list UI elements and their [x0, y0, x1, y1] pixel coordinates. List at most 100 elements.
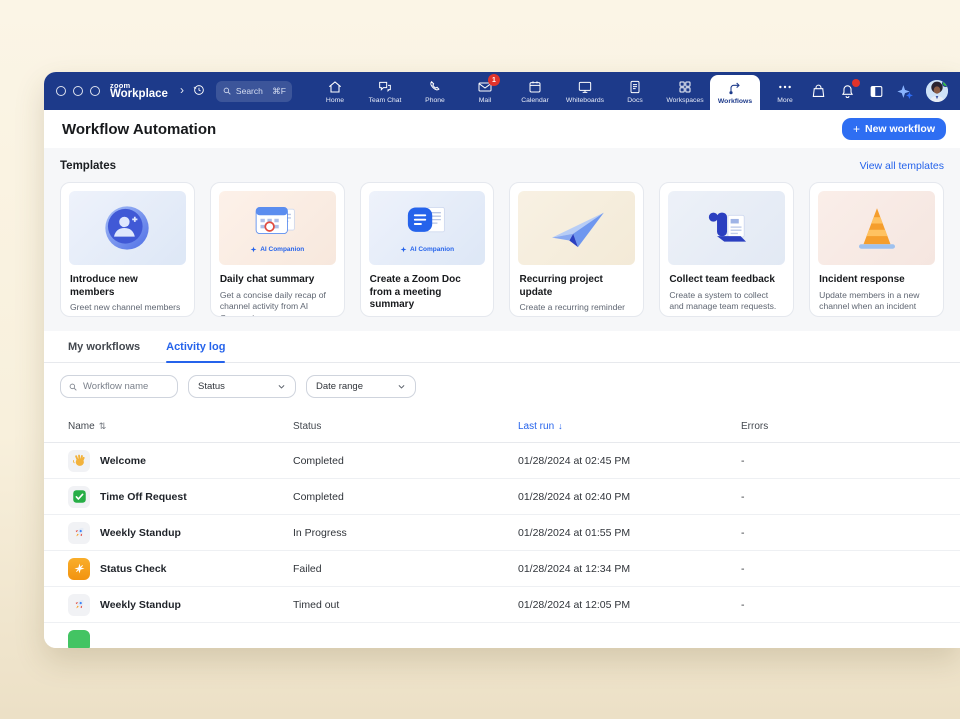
nav-item-more[interactable]: More	[760, 72, 810, 110]
sort-icon: ⇅	[99, 421, 107, 432]
template-card-collect-team-feedback[interactable]: Collect team feedback Create a system to…	[659, 182, 794, 317]
notification-dot	[852, 79, 860, 87]
whiteboards-icon	[577, 79, 593, 95]
phone-icon	[427, 79, 443, 95]
column-header-name[interactable]: Name ⇅	[68, 421, 293, 432]
table-row-partial[interactable]	[44, 623, 960, 648]
waving-hand-icon	[68, 450, 90, 472]
main-nav: Home Team Chat Phone 1 Mail Calendar	[310, 72, 810, 110]
workflows-panel: My workflows Activity log Status Date ra…	[44, 331, 960, 648]
search-icon	[222, 86, 232, 96]
column-header-status: Status	[293, 421, 518, 432]
tab-activity-log[interactable]: Activity log	[166, 341, 225, 362]
table-header-row: Name ⇅ Status Last run ↓ Errors	[44, 410, 960, 443]
table-row-weekly-standup-2[interactable]: Weekly Standup Timed out 01/28/2024 at 1…	[44, 587, 960, 623]
card-description: Update members in a new channel when an …	[810, 290, 943, 318]
search-placeholder: Search	[236, 86, 268, 96]
page-title: Workflow Automation	[62, 121, 216, 138]
rocket-icon	[68, 594, 90, 616]
new-workflow-button[interactable]: + New workflow	[842, 118, 946, 140]
scroll-illustration	[668, 191, 785, 265]
column-header-last-run[interactable]: Last run ↓	[518, 421, 741, 432]
template-card-introduce-new-members[interactable]: Introduce new members Greet new channel …	[60, 182, 195, 317]
nav-item-workflows[interactable]: Workflows	[710, 75, 760, 110]
card-title: Collect team feedback	[660, 273, 793, 290]
docs-icon	[627, 79, 643, 95]
doc-illustration: AI Companion	[369, 191, 486, 265]
global-search-input[interactable]: Search ⌘F	[216, 81, 292, 102]
planner-icon[interactable]	[868, 83, 885, 100]
ai-sparkle-icon	[250, 246, 257, 253]
green-tile-icon	[68, 630, 90, 649]
nav-item-whiteboards[interactable]: Whiteboards	[560, 72, 610, 110]
app-window: zoom Workplace › Search ⌘F Home Team Cha…	[44, 72, 960, 648]
user-avatar[interactable]	[926, 80, 948, 102]
notifications-bell-icon[interactable]	[839, 83, 856, 100]
table-row-weekly-standup[interactable]: Weekly Standup In Progress 01/28/2024 at…	[44, 515, 960, 551]
template-card-zoom-doc-summary[interactable]: AI Companion Create a Zoom Doc from a me…	[360, 182, 495, 317]
mail-unread-badge: 1	[488, 74, 500, 86]
card-title: Create a Zoom Doc from a meeting summary	[361, 273, 494, 315]
ai-companion-icon[interactable]	[897, 83, 914, 100]
nav-item-team-chat[interactable]: Team Chat	[360, 72, 410, 110]
status-filter-dropdown[interactable]: Status	[188, 375, 296, 398]
card-description: Create a recurring reminder for project …	[510, 302, 643, 317]
presence-indicator	[942, 80, 948, 87]
date-range-filter-dropdown[interactable]: Date range	[306, 375, 416, 398]
table-row-status-check[interactable]: Status Check Failed 01/28/2024 at 12:34 …	[44, 551, 960, 587]
nav-item-docs[interactable]: Docs	[610, 72, 660, 110]
page-header: Workflow Automation + New workflow	[44, 110, 960, 148]
window-zoom-button[interactable]	[90, 86, 100, 96]
traffic-cone-illustration	[818, 191, 935, 265]
nav-item-calendar[interactable]: Calendar	[510, 72, 560, 110]
filter-bar: Status Date range	[44, 363, 960, 408]
templates-heading: Templates	[60, 160, 116, 172]
window-controls[interactable]	[44, 72, 110, 110]
calendar-icon	[527, 79, 543, 95]
column-header-errors: Errors	[741, 421, 936, 432]
workspaces-icon	[677, 79, 693, 95]
nav-item-home[interactable]: Home	[310, 72, 360, 110]
titlebar: zoom Workplace › Search ⌘F Home Team Cha…	[44, 72, 960, 110]
nav-item-phone[interactable]: Phone	[410, 72, 460, 110]
chevron-down-icon	[397, 382, 406, 391]
templates-section: Templates View all templates Introduce n…	[44, 148, 960, 331]
card-title: Introduce new members	[61, 273, 194, 302]
sort-desc-icon: ↓	[558, 421, 563, 431]
search-shortcut: ⌘F	[272, 86, 286, 97]
rocket-icon	[68, 522, 90, 544]
calendar-illustration: AI Companion	[219, 191, 336, 265]
ai-companion-badge: AI Companion	[400, 246, 454, 253]
home-icon	[327, 79, 343, 95]
table-row-welcome[interactable]: Welcome Completed 01/28/2024 at 02:45 PM…	[44, 443, 960, 479]
ai-companion-badge: AI Companion	[250, 246, 304, 253]
tab-bar: My workflows Activity log	[44, 331, 960, 363]
window-minimize-button[interactable]	[73, 86, 83, 96]
tab-my-workflows[interactable]: My workflows	[68, 341, 140, 362]
chevron-down-icon	[277, 382, 286, 391]
template-card-daily-chat-summary[interactable]: AI Companion Daily chat summary Get a co…	[210, 182, 345, 317]
more-icon	[777, 79, 793, 95]
template-cards: Introduce new members Greet new channel …	[60, 182, 944, 317]
history-icon[interactable]	[192, 83, 206, 100]
nav-item-mail[interactable]: 1 Mail	[460, 72, 510, 110]
workflow-name-search[interactable]	[60, 375, 178, 398]
window-close-button[interactable]	[56, 86, 66, 96]
contacts-icon[interactable]	[810, 83, 827, 100]
paper-plane-illustration	[518, 191, 635, 265]
template-card-recurring-project-update[interactable]: Recurring project update Create a recurr…	[509, 182, 644, 317]
check-mark-icon	[68, 486, 90, 508]
nav-item-workspaces[interactable]: Workspaces	[660, 72, 710, 110]
card-title: Daily chat summary	[211, 273, 344, 290]
card-title: Recurring project update	[510, 273, 643, 302]
forward-chevron-icon[interactable]: ›	[180, 83, 184, 97]
card-description: Get a meeting summary from AI Companion …	[361, 315, 494, 318]
view-all-templates-link[interactable]: View all templates	[860, 160, 944, 172]
search-icon	[68, 382, 78, 392]
titlebar-right	[810, 72, 960, 110]
workflows-icon	[727, 80, 743, 96]
template-card-incident-response[interactable]: Incident response Update members in a ne…	[809, 182, 944, 317]
logo-workplace-text: Workplace	[110, 89, 168, 101]
table-row-time-off-request[interactable]: Time Off Request Completed 01/28/2024 at…	[44, 479, 960, 515]
workflow-name-input[interactable]	[83, 381, 170, 392]
